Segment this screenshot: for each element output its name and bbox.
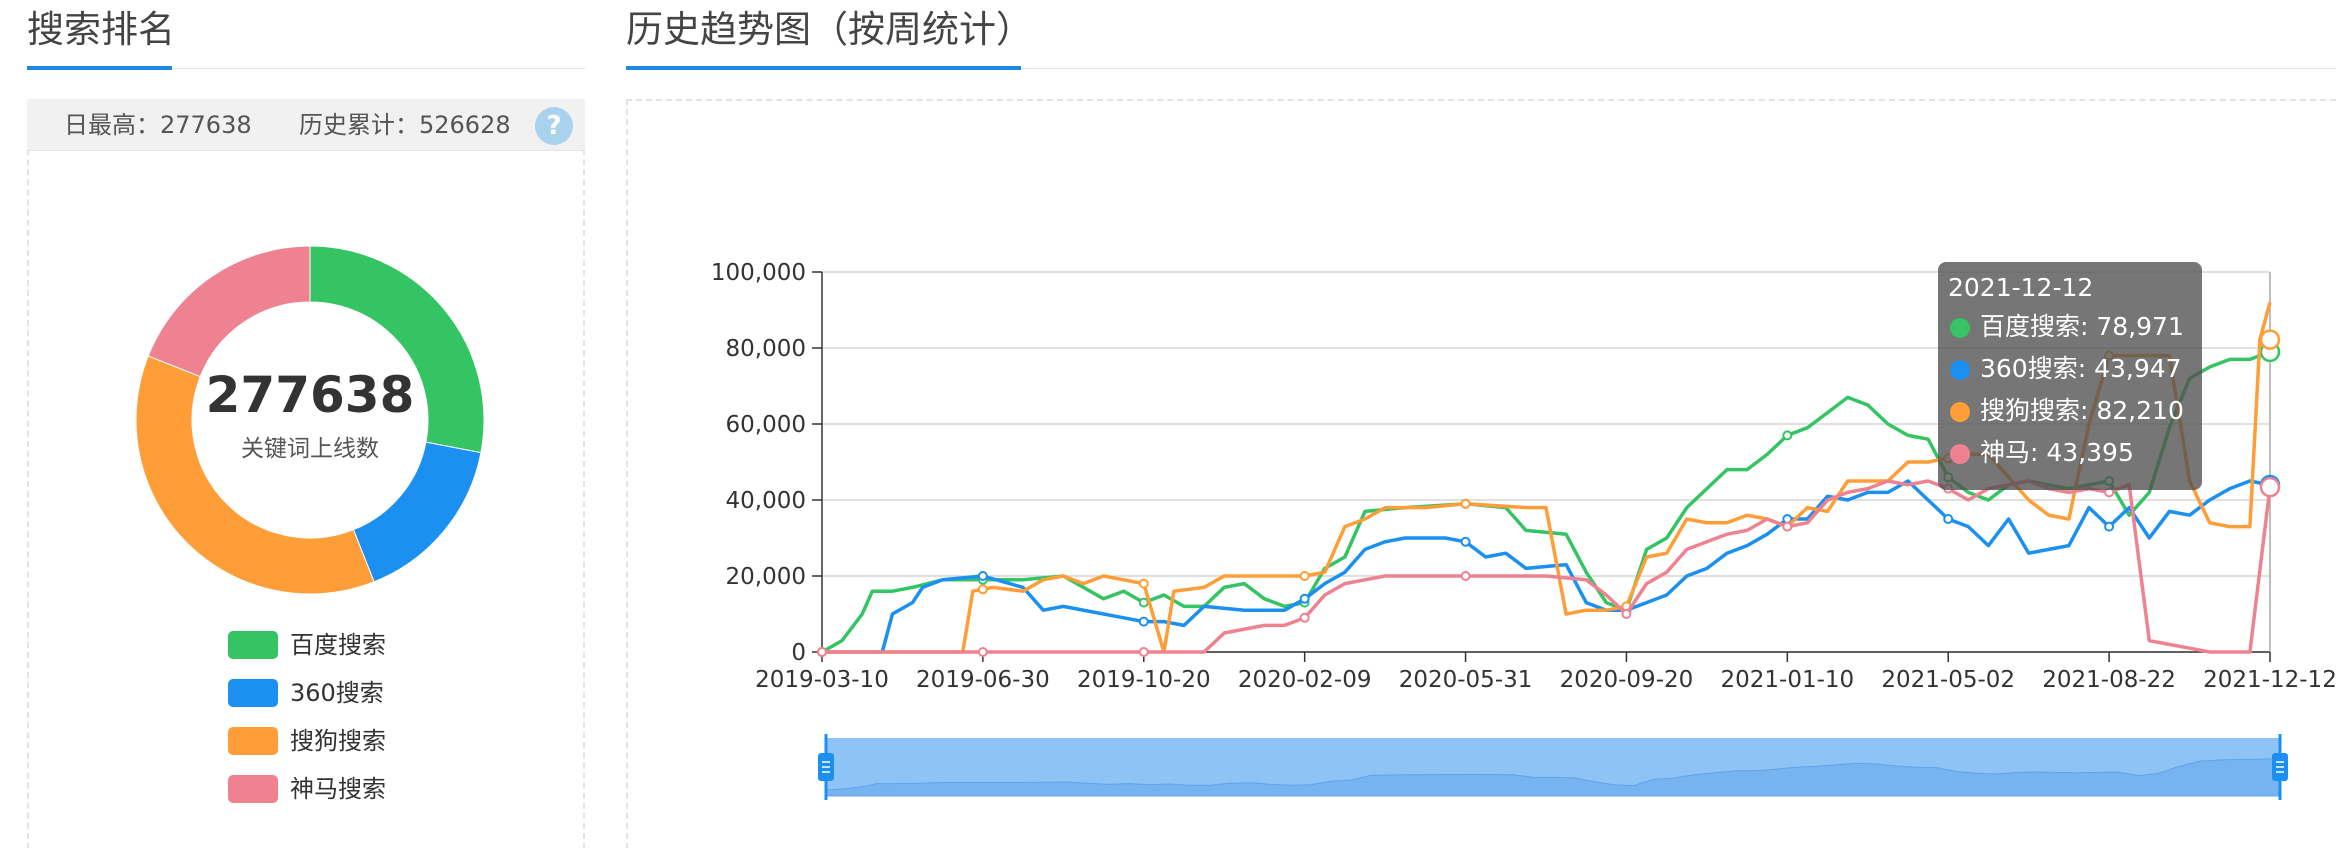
series-point[interactable] <box>977 647 988 657</box>
series-point[interactable] <box>1460 536 1471 547</box>
series-point[interactable] <box>1138 578 1149 589</box>
series-point[interactable] <box>1782 521 1793 532</box>
series-point[interactable] <box>1943 514 1954 524</box>
tooltip-row-2: 搜狗搜索: 82,210 <box>1948 390 2192 432</box>
series-point[interactable] <box>1138 616 1149 627</box>
tooltip-dot <box>1950 444 1970 464</box>
y-tick-label: 80,000 <box>726 336 806 362</box>
x-tick-label: 2020-02-09 <box>1238 667 1372 693</box>
x-tick-label: 2020-09-20 <box>1560 667 1694 693</box>
x-tick-label: 2021-08-22 <box>2042 667 2176 693</box>
y-tick-label: 40,000 <box>726 488 806 514</box>
y-tick-label: 20,000 <box>726 564 806 590</box>
tooltip-row-label: 360搜索: 43,947 <box>1980 354 2182 383</box>
series-point[interactable] <box>1138 597 1149 608</box>
series-point[interactable] <box>1460 498 1471 509</box>
tooltip-row-0: 百度搜索: 78,971 <box>1948 306 2192 348</box>
x-tick-label: 2019-06-30 <box>916 667 1050 693</box>
x-tick-label: 2019-10-20 <box>1077 667 1211 693</box>
x-tick-label: 2021-01-10 <box>1720 667 1854 693</box>
series-point[interactable] <box>1299 571 1310 581</box>
tooltip-row-1: 360搜索: 43,947 <box>1948 348 2192 390</box>
tooltip-dot <box>1950 402 1970 422</box>
series-point[interactable] <box>1138 647 1149 657</box>
series-point[interactable] <box>977 571 988 581</box>
tooltip-row-label: 神马: 43,395 <box>1980 438 2134 467</box>
x-tick-label: 2021-05-02 <box>1881 667 2015 693</box>
x-tick-label: 2021-12-12 <box>2203 667 2336 693</box>
tooltip-date: 2021-12-12 <box>1948 273 2094 302</box>
tooltip-dot <box>1950 318 1970 338</box>
y-tick-label: 0 <box>791 640 806 666</box>
series-point[interactable] <box>977 584 988 595</box>
series-point[interactable] <box>1299 612 1310 623</box>
tooltip-dot <box>1950 360 1970 380</box>
hover-point <box>2259 329 2281 350</box>
tooltip-row-label: 搜狗搜索: 82,210 <box>1980 396 2184 425</box>
series-point[interactable] <box>1299 593 1310 604</box>
series-point[interactable] <box>817 647 827 657</box>
series-point[interactable] <box>2104 521 2115 532</box>
x-tick-label: 2019-03-10 <box>755 667 889 693</box>
y-tick-label: 60,000 <box>726 412 806 438</box>
y-tick-label: 100,000 <box>711 260 806 286</box>
hover-point <box>2259 476 2281 498</box>
tooltip-row-label: 百度搜索: 78,971 <box>1980 312 2184 341</box>
series-point[interactable] <box>1460 571 1471 581</box>
chart-tooltip: 2021-12-12 百度搜索: 78,971 360搜索: 43,947 搜狗搜索… <box>1938 262 2202 490</box>
x-tick-label: 2020-05-31 <box>1399 667 1533 693</box>
tooltip-row-3: 神马: 43,395 <box>1948 432 2192 474</box>
series-point[interactable] <box>1621 609 1632 619</box>
series-point[interactable] <box>1782 430 1793 441</box>
